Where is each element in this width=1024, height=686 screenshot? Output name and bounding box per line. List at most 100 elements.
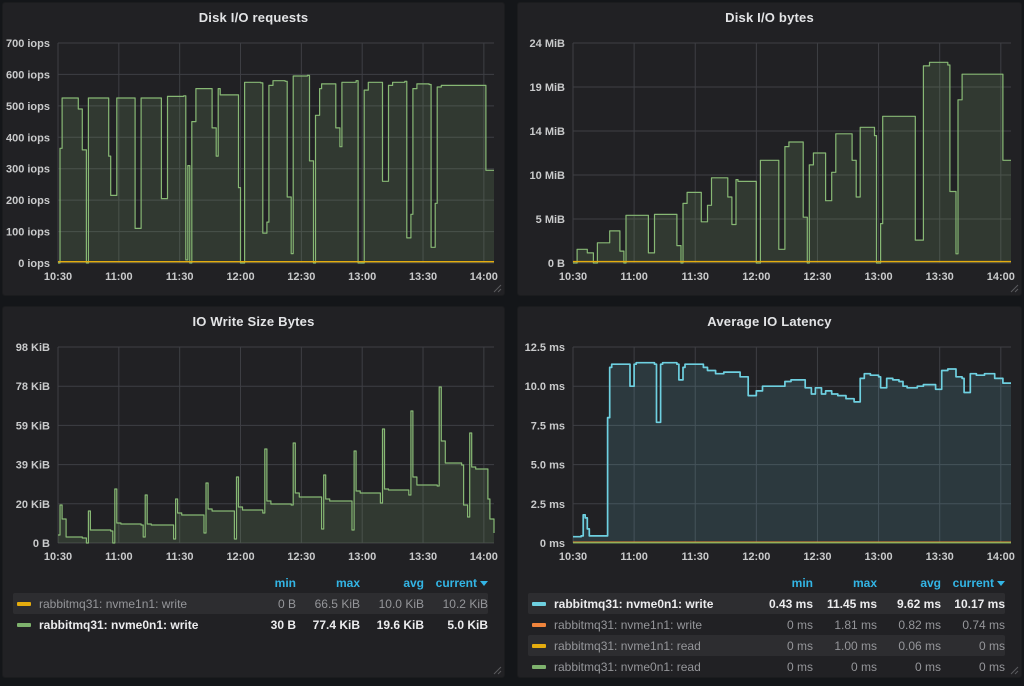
legend-table: minmaxavgcurrent rabbitmq31: nvme0n1: wri… [518, 573, 1021, 677]
x-axis-tick-label: 10:30 [44, 271, 72, 283]
legend-row: rabbitmq31: nvme1n1: read0 ms1.00 ms0.06… [528, 635, 1005, 656]
x-axis-tick-label: 12:00 [742, 271, 770, 283]
legend-row: rabbitmq31: nvme0n1: write30 B77.4 KiB19… [13, 614, 488, 635]
y-axis-tick-label: 700 iops [6, 38, 50, 50]
series-color-swatch[interactable] [532, 602, 546, 606]
x-axis-tick-label: 10:30 [559, 271, 587, 283]
x-axis-tick-label: 13:00 [348, 551, 376, 563]
x-axis-tick-label: 14:00 [987, 551, 1015, 563]
panel-header: Disk I/O bytes [518, 3, 1021, 31]
series-area [58, 75, 494, 263]
legend-value-min: 0.43 ms [749, 597, 813, 611]
legend-column-avg[interactable]: avg [360, 576, 424, 590]
legend-value-max: 66.5 KiB [296, 597, 360, 611]
y-axis-tick-label: 10 MiB [530, 170, 566, 182]
y-axis-tick-label: 5 MiB [536, 214, 565, 226]
legend-value-current: 10.17 ms [941, 597, 1005, 611]
legend-value-current: 0.74 ms [941, 618, 1005, 632]
panel-title[interactable]: Disk I/O requests [199, 10, 309, 25]
legend-column-current[interactable]: current [424, 576, 488, 590]
y-axis-tick-label: 98 KiB [16, 342, 50, 354]
disk-io-requests-graph[interactable]: 0 iops100 iops200 iops300 iops400 iops50… [3, 31, 504, 295]
y-axis-tick-label: 400 iops [6, 132, 50, 144]
x-axis-tick-label: 12:30 [287, 271, 315, 283]
legend-column-current[interactable]: current [941, 576, 1005, 590]
legend-value-min: 0 B [232, 597, 296, 611]
legend-series-label[interactable]: rabbitmq31: nvme0n1: read [528, 660, 749, 674]
legend-column-max[interactable]: max [296, 576, 360, 590]
y-axis-tick-label: 0 iops [18, 258, 50, 270]
legend-series-label[interactable]: rabbitmq31: nvme0n1: write [13, 618, 232, 632]
y-axis-tick-label: 19 MiB [530, 82, 566, 94]
series-color-swatch[interactable] [532, 623, 546, 627]
series-color-swatch[interactable] [17, 602, 31, 606]
y-axis-tick-label: 300 iops [6, 164, 50, 176]
x-axis-tick-label: 13:00 [865, 271, 893, 283]
panel-average-io-latency: Average IO Latency 0 ms2.5 ms5.0 ms7.5 m… [517, 306, 1022, 678]
series-color-swatch[interactable] [532, 644, 546, 648]
y-axis-tick-label: 20 KiB [16, 499, 50, 511]
grafana-dashboard: Disk I/O requests 0 iops 100 iops 200 iops… [0, 0, 1024, 686]
legend-value-avg: 9.62 ms [877, 597, 941, 611]
x-axis-tick-label: 10:30 [559, 551, 587, 563]
legend-value-max: 0 ms [813, 660, 877, 674]
panel-io-write-size-bytes: IO Write Size Bytes 0 B20 KiB39 KiB59 Ki… [2, 306, 505, 678]
legend-value-avg: 0.82 ms [877, 618, 941, 632]
legend-value-max: 1.00 ms [813, 639, 877, 653]
legend-column-min[interactable]: min [232, 576, 296, 590]
x-axis-tick-label: 13:30 [926, 551, 954, 563]
y-axis-tick-label: 78 KiB [16, 381, 50, 393]
x-axis-tick-label: 11:30 [166, 271, 194, 283]
y-axis-tick-label: 10.0 ms [525, 381, 565, 393]
series-area [573, 363, 1011, 543]
x-axis-tick-label: 11:30 [681, 271, 709, 283]
legend-row: rabbitmq31: nvme1n1: write0 ms1.81 ms0.8… [528, 614, 1005, 635]
x-axis-tick-label: 11:00 [620, 551, 648, 563]
panel-disk-io-bytes: Disk I/O bytes 0 B5 MiB10 MiB14 MiB19 Mi… [517, 2, 1022, 296]
legend-value-current: 0 ms [941, 660, 1005, 674]
legend-value-max: 11.45 ms [813, 597, 877, 611]
disk-io-bytes-graph[interactable]: 0 B5 MiB10 MiB14 MiB19 MiB24 MiB10:3011:… [518, 31, 1021, 295]
panel-title[interactable]: IO Write Size Bytes [192, 314, 314, 329]
y-axis-tick-label: 2.5 ms [531, 499, 565, 511]
legend-value-avg: 19.6 KiB [360, 618, 424, 632]
x-axis-tick-label: 12:30 [803, 551, 831, 563]
x-axis-tick-label: 13:30 [409, 551, 437, 563]
x-axis-tick-label: 11:00 [620, 271, 648, 283]
legend-value-avg: 0.06 ms [877, 639, 941, 653]
sort-caret-icon [997, 581, 1005, 586]
legend-series-label[interactable]: rabbitmq31: nvme0n1: write [528, 597, 749, 611]
panel-title[interactable]: Disk I/O bytes [725, 10, 814, 25]
legend-column-max[interactable]: max [813, 576, 877, 590]
panel-resize-handle[interactable] [1010, 666, 1019, 675]
y-axis-tick-label: 200 iops [6, 195, 50, 207]
panel-title[interactable]: Average IO Latency [707, 314, 832, 329]
legend-series-label[interactable]: rabbitmq31: nvme1n1: write [13, 597, 232, 611]
io-write-size-graph[interactable]: 0 B20 KiB39 KiB59 KiB78 KiB98 KiB10:3011… [3, 335, 504, 573]
x-axis-tick-label: 12:30 [803, 271, 831, 283]
legend-table: minmaxavgcurrent rabbitmq31: nvme1n1: wri… [3, 573, 504, 635]
legend-column-min[interactable]: min [749, 576, 813, 590]
legend-value-min: 0 ms [749, 618, 813, 632]
series-color-swatch[interactable] [532, 665, 546, 669]
legend-row: rabbitmq31: nvme0n1: read0 ms0 ms0 ms0 m… [528, 656, 1005, 677]
legend-series-label[interactable]: rabbitmq31: nvme1n1: write [528, 618, 749, 632]
panel-resize-handle[interactable] [1010, 284, 1019, 293]
legend-series-label[interactable]: rabbitmq31: nvme1n1: read [528, 639, 749, 653]
x-axis-tick-label: 12:00 [226, 551, 254, 563]
legend-value-max: 1.81 ms [813, 618, 877, 632]
x-axis-tick-label: 10:30 [44, 551, 72, 563]
series-color-swatch[interactable] [17, 623, 31, 627]
panel-header: Disk I/O requests [3, 3, 504, 31]
legend-column-avg[interactable]: avg [877, 576, 941, 590]
legend-value-min: 0 ms [749, 639, 813, 653]
panel-resize-handle[interactable] [493, 666, 502, 675]
panel-disk-io-requests: Disk I/O requests 0 iops 100 iops 200 iops… [2, 2, 505, 296]
x-axis-tick-label: 14:00 [470, 271, 498, 283]
average-io-latency-graph[interactable]: 0 ms2.5 ms5.0 ms7.5 ms10.0 ms12.5 ms10:3… [518, 335, 1021, 573]
panel-resize-handle[interactable] [493, 284, 502, 293]
y-axis-tick-label: 0 B [548, 258, 565, 270]
x-axis-tick-label: 13:00 [348, 271, 376, 283]
y-axis-tick-label: 100 iops [6, 227, 50, 239]
x-axis-tick-label: 12:00 [742, 551, 770, 563]
